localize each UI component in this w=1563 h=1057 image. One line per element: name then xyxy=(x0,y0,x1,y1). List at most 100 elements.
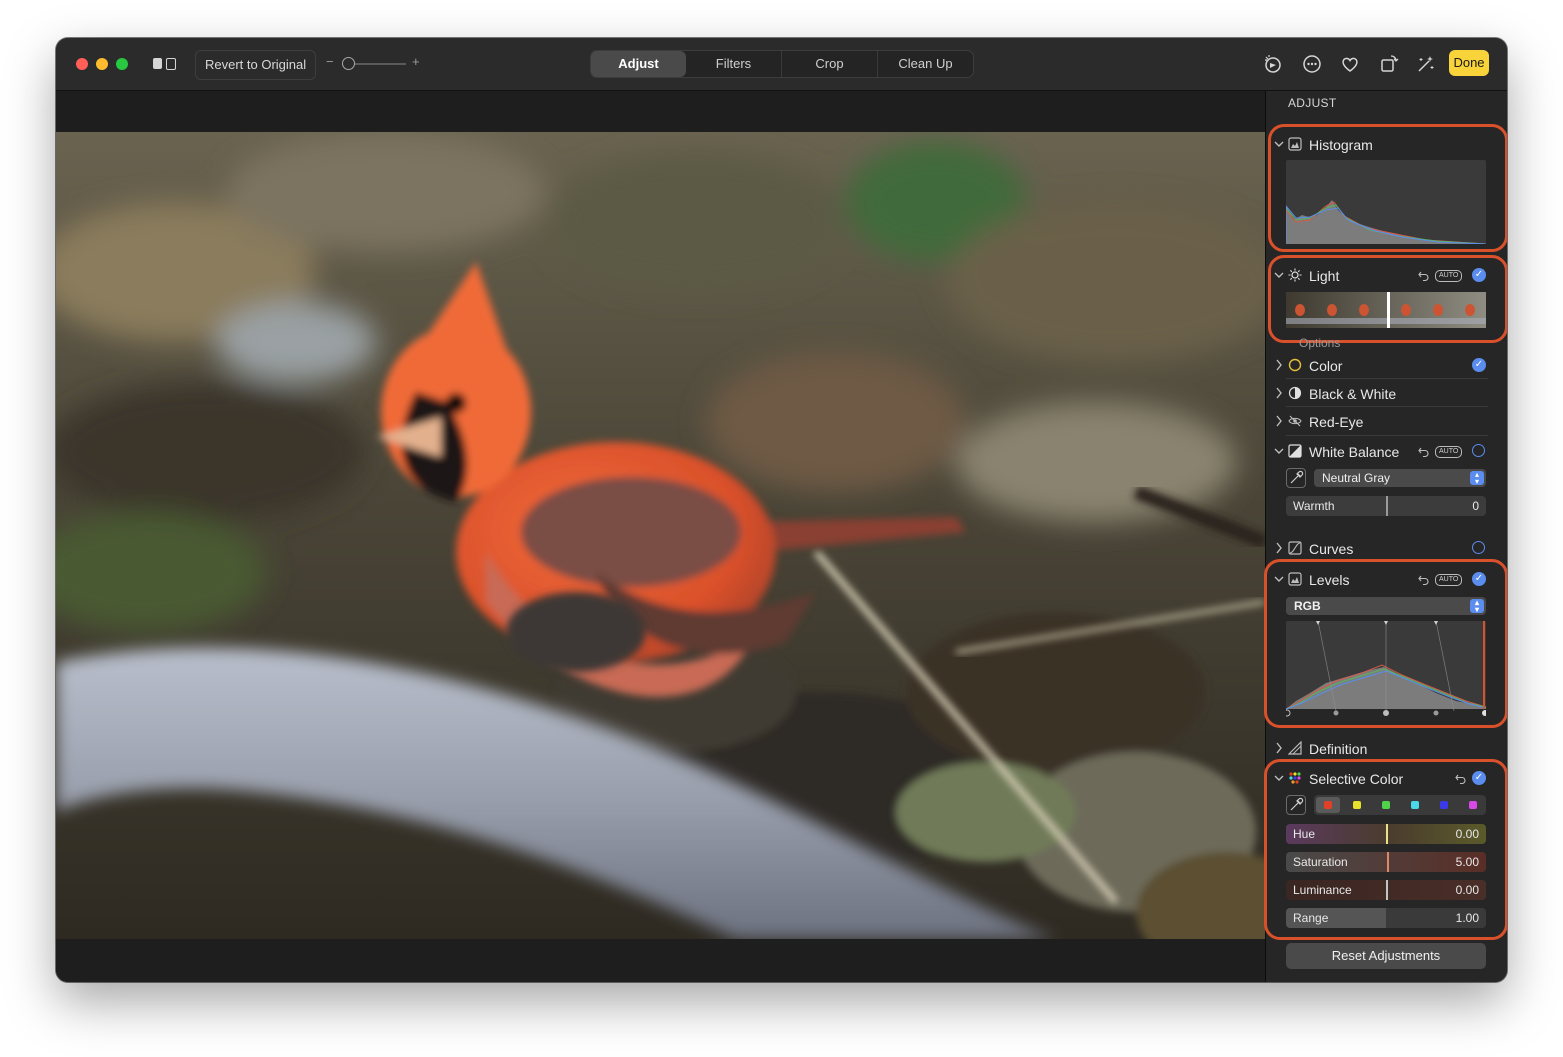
close-window-button[interactable] xyxy=(76,58,88,70)
enabled-checkmark-icon[interactable]: ✓ xyxy=(1472,771,1486,785)
chevron-down-icon[interactable] xyxy=(1274,771,1284,785)
auto-button[interactable]: AUTO xyxy=(1435,446,1463,458)
section-label: Color xyxy=(1309,358,1343,374)
undo-icon[interactable] xyxy=(1418,270,1429,281)
slider-label: Hue xyxy=(1293,827,1316,841)
disabled-circle-icon[interactable] xyxy=(1472,541,1485,554)
photos-edit-window: Revert to Original − + Adjust Filters Cr… xyxy=(56,38,1507,982)
disabled-circle-icon[interactable] xyxy=(1472,444,1485,457)
divider xyxy=(1286,435,1488,436)
tab-filters[interactable]: Filters xyxy=(686,51,782,77)
color-swatch-2[interactable] xyxy=(1382,801,1390,809)
color-swatch-4[interactable] xyxy=(1440,801,1448,809)
color-swatch-3[interactable] xyxy=(1411,801,1419,809)
zoom-out-icon[interactable]: − xyxy=(326,54,334,69)
chevron-right-icon[interactable] xyxy=(1274,386,1284,400)
histogram-graph xyxy=(1286,160,1486,244)
section-red-eye[interactable]: Red-Eye xyxy=(1266,412,1507,432)
chevron-right-icon[interactable] xyxy=(1274,358,1284,372)
section-label: Black & White xyxy=(1309,386,1397,402)
color-swatch-1[interactable] xyxy=(1353,801,1361,809)
section-label: Curves xyxy=(1309,541,1354,557)
section-black-white[interactable]: Black & White xyxy=(1266,384,1507,404)
divider xyxy=(1286,406,1488,407)
revert-to-original-button[interactable]: Revert to Original xyxy=(195,50,317,80)
slider-center-mark xyxy=(1386,824,1388,844)
section-label: Selective Color xyxy=(1309,771,1404,787)
rotate-icon[interactable] xyxy=(1378,53,1400,75)
section-levels[interactable]: Levels AUTO ✓ xyxy=(1266,570,1507,590)
levels-graph[interactable] xyxy=(1286,621,1486,717)
magic-wand-icon[interactable] xyxy=(1415,53,1437,75)
white-balance-icon xyxy=(1288,444,1302,458)
chevron-down-icon[interactable] xyxy=(1274,572,1284,586)
saturation-slider[interactable]: Saturation 5.00 xyxy=(1286,852,1486,872)
chevron-down-icon[interactable] xyxy=(1274,268,1284,282)
eyedropper-button[interactable] xyxy=(1286,468,1306,488)
heart-icon[interactable] xyxy=(1339,53,1361,75)
select-chevrons-icon: ▴ ▾ xyxy=(1470,599,1484,614)
chevron-right-icon[interactable] xyxy=(1274,541,1284,555)
section-label: Light xyxy=(1309,268,1340,284)
photo-canvas xyxy=(56,91,1265,982)
color-swatch-0[interactable] xyxy=(1324,801,1332,809)
photo-cardinal[interactable] xyxy=(56,132,1265,939)
enabled-checkmark-icon[interactable]: ✓ xyxy=(1472,358,1486,372)
undo-icon[interactable] xyxy=(1418,574,1429,585)
reset-adjustments-button[interactable]: Reset Adjustments xyxy=(1286,943,1486,969)
light-filmstrip[interactable] xyxy=(1286,292,1486,328)
slider-value: 5.00 xyxy=(1455,855,1479,869)
color-swatch-5[interactable] xyxy=(1469,801,1477,809)
luminance-slider[interactable]: Luminance 0.00 xyxy=(1286,880,1486,900)
range-slider[interactable]: Range 1.00 xyxy=(1286,908,1486,928)
select-value: RGB xyxy=(1294,599,1321,613)
slider-label: Range xyxy=(1293,911,1329,925)
edit-mode-tabs: Adjust Filters Crop Clean Up xyxy=(590,50,974,78)
chevron-right-icon[interactable] xyxy=(1274,414,1284,428)
undo-icon[interactable] xyxy=(1455,773,1466,784)
section-curves[interactable]: Curves xyxy=(1266,539,1507,559)
tab-clean-up[interactable]: Clean Up xyxy=(878,51,973,77)
zoom-in-icon[interactable]: + xyxy=(412,54,420,69)
color-circle-icon xyxy=(1288,358,1302,372)
slider-label: Warmth xyxy=(1293,499,1335,513)
auto-button[interactable]: AUTO xyxy=(1435,270,1463,282)
tab-adjust[interactable]: Adjust xyxy=(591,51,686,77)
hue-slider[interactable]: Hue 0.00 xyxy=(1286,824,1486,844)
enabled-checkmark-icon[interactable]: ✓ xyxy=(1472,572,1486,586)
light-options-toggle[interactable]: Options xyxy=(1299,336,1340,350)
minimize-window-button[interactable] xyxy=(96,58,108,70)
divider xyxy=(1286,378,1488,379)
slider-label: Luminance xyxy=(1293,883,1352,897)
section-selective-color[interactable]: Selective Color ✓ xyxy=(1266,769,1507,789)
done-button[interactable]: Done xyxy=(1449,50,1489,76)
zoom-slider-knob[interactable] xyxy=(342,57,355,70)
slider-value: 0 xyxy=(1472,499,1479,513)
slider-label: Saturation xyxy=(1293,855,1348,869)
split-view-icon[interactable] xyxy=(153,57,179,71)
section-label: Levels xyxy=(1309,572,1350,588)
select-value: Neutral Gray xyxy=(1322,471,1391,485)
enabled-checkmark-icon[interactable]: ✓ xyxy=(1472,268,1486,282)
section-definition[interactable]: Definition xyxy=(1266,739,1507,759)
warmth-slider[interactable]: Warmth 0 xyxy=(1286,496,1486,516)
auto-button[interactable]: AUTO xyxy=(1435,574,1463,586)
section-light[interactable]: Light AUTO ✓ xyxy=(1266,266,1507,286)
levels-channel-select[interactable]: RGB ▴ ▾ xyxy=(1286,597,1486,615)
chevron-right-icon[interactable] xyxy=(1274,741,1284,755)
slider-value: 0.00 xyxy=(1455,827,1479,841)
section-histogram[interactable]: Histogram xyxy=(1266,135,1507,155)
section-color[interactable]: Color ✓ xyxy=(1266,356,1507,376)
zoom-window-button[interactable] xyxy=(116,58,128,70)
tab-crop[interactable]: Crop xyxy=(782,51,878,77)
white-balance-mode-select[interactable]: Neutral Gray ▴ ▾ xyxy=(1314,469,1486,487)
eyedropper-button[interactable] xyxy=(1286,795,1306,815)
more-icon[interactable] xyxy=(1301,53,1323,75)
auto-enhance-icon[interactable] xyxy=(1262,53,1284,75)
slider-value: 0.00 xyxy=(1455,883,1479,897)
section-white-balance[interactable]: White Balance AUTO xyxy=(1266,442,1507,462)
undo-icon[interactable] xyxy=(1418,446,1429,457)
color-swatch-row xyxy=(1314,795,1486,815)
chevron-down-icon[interactable] xyxy=(1274,137,1284,151)
chevron-down-icon[interactable] xyxy=(1274,444,1284,458)
